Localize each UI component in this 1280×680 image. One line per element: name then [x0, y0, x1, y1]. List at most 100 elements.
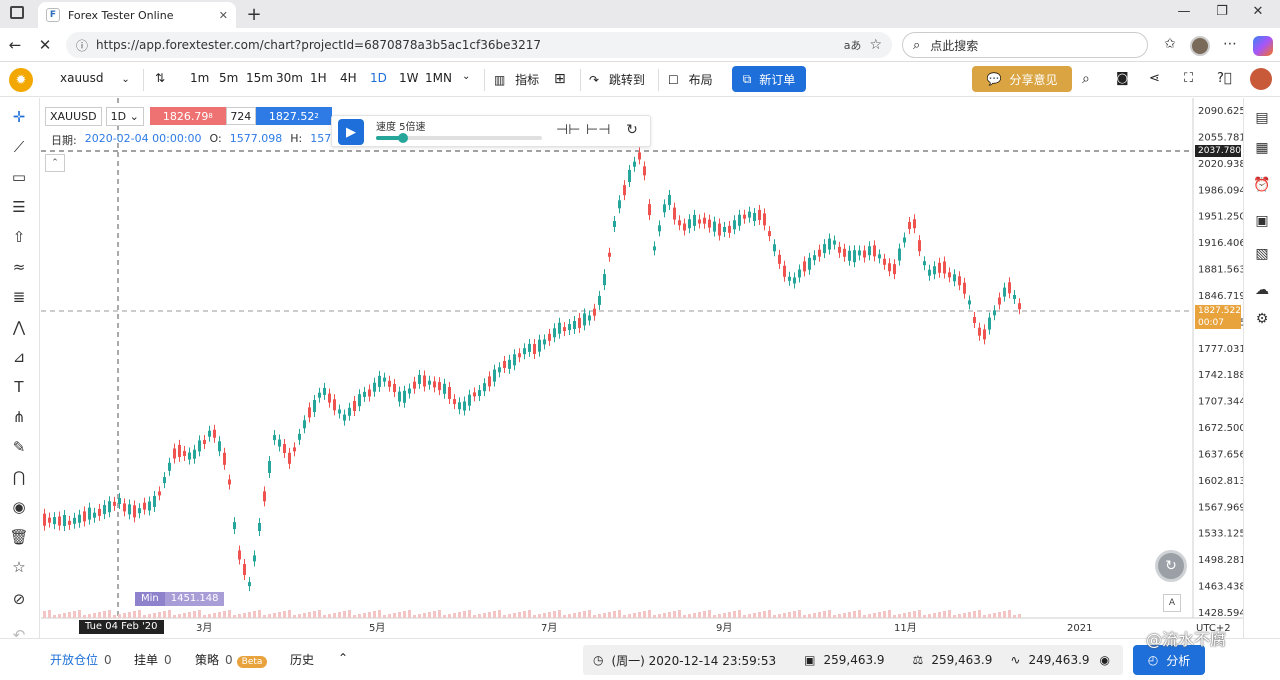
camera-icon[interactable]: ◙ [1116, 71, 1129, 86]
symbol-selector[interactable]: xauusd ⌄ [60, 71, 130, 85]
text-icon[interactable]: T [8, 376, 30, 398]
pitchfork-icon[interactable]: ⋔ [8, 406, 30, 428]
timeframe-1d[interactable]: 1D [370, 71, 387, 85]
stop-loading-icon[interactable]: ✕ [36, 36, 54, 54]
volume-bar [143, 615, 146, 618]
forextester-favicon-icon: F [46, 8, 60, 22]
tab-open-positions[interactable]: 开放仓位 0 [50, 651, 112, 668]
new-tab-icon[interactable]: + [244, 4, 264, 25]
play-button[interactable]: ▶ [338, 119, 364, 145]
star-icon[interactable]: ☆ [8, 556, 30, 578]
volume-bar [598, 614, 601, 618]
fibonacci-icon[interactable]: ☰ [8, 196, 30, 218]
timeframe-15m[interactable]: 15m [246, 71, 273, 85]
volume-bar [193, 611, 196, 618]
indicators-button[interactable]: ▥ 指标 [494, 71, 539, 88]
candle-body [488, 376, 491, 387]
tab-actions-icon[interactable] [10, 6, 24, 19]
timeframe-1m[interactable]: 1m [190, 71, 209, 85]
tab-pending-orders[interactable]: 挂单 0 [134, 651, 172, 668]
tab-history[interactable]: 历史 [290, 651, 314, 668]
volume-bar [828, 610, 831, 618]
magnet-icon[interactable]: ⋂ [8, 466, 30, 488]
arrow-up-icon[interactable]: ⇧ [8, 226, 30, 248]
favorite-star-icon[interactable]: ☆ [869, 37, 882, 53]
timeframe-4h[interactable]: 4H [340, 71, 357, 85]
cloud-icon[interactable]: ☁ [1252, 280, 1272, 300]
back-icon[interactable]: ← [6, 36, 24, 54]
volume-bar [613, 611, 616, 618]
share-icon[interactable]: ⋖ [1149, 71, 1160, 86]
timeframe-30m[interactable]: 30m [276, 71, 303, 85]
replay-icon[interactable]: ↻ [622, 122, 642, 138]
price-chart[interactable]: 2090.625 2055.781 2020.938 1986.094 1951.250… [41, 98, 1243, 638]
site-info-icon[interactable]: ⓘ [76, 37, 88, 54]
copilot-icon[interactable] [1253, 36, 1273, 56]
fullscreen-icon[interactable]: ⛶ [1184, 71, 1193, 86]
search-input[interactable]: ⌕ 点此搜索 [902, 32, 1148, 58]
timeframe-dropdown-icon[interactable]: ⌄ [462, 71, 470, 82]
ruler-icon[interactable]: ⊿ [8, 346, 30, 368]
timeframe-1h[interactable]: 1H [310, 71, 327, 85]
profile-avatar[interactable] [1190, 36, 1210, 56]
volume-bar [673, 611, 676, 618]
brush-icon[interactable]: ✎ [8, 436, 30, 458]
step-forward-icon[interactable]: ⊢⊣ [586, 122, 610, 138]
help-icon[interactable]: ?⃝ [1217, 71, 1232, 86]
search-icon[interactable]: ⌕ [1082, 71, 1090, 87]
tab-strategy[interactable]: 策略 0 Beta [195, 651, 268, 668]
gann-icon[interactable]: ≣ [8, 286, 30, 308]
replay-history-button[interactable]: ↻ [1155, 550, 1187, 582]
new-order-button[interactable]: ⧉ 新订单 [732, 66, 806, 92]
chart-timeframe[interactable]: 1D ⌄ [105, 106, 144, 126]
pattern-icon[interactable]: ≈ [8, 256, 30, 278]
link-icon[interactable]: ⊘ [8, 588, 30, 610]
more-icon[interactable]: ⋯ [1220, 36, 1240, 52]
rectangle-icon[interactable]: ▭ [8, 166, 30, 188]
speed-slider-handle[interactable] [397, 133, 408, 143]
timeframe-1mn[interactable]: 1MN [425, 71, 452, 85]
volume-bar [408, 610, 411, 618]
alarm-icon[interactable]: ⏰ [1252, 175, 1272, 195]
toggle-visibility-icon[interactable]: ◉ [1100, 653, 1110, 667]
trend-line-icon[interactable]: ⟋ [8, 136, 30, 158]
close-window-icon[interactable]: ✕ [1248, 4, 1268, 19]
timeframe-5m[interactable]: 5m [219, 71, 238, 85]
chart-symbol[interactable]: XAUUSD [45, 106, 102, 126]
notes-icon[interactable]: ▤ [1252, 108, 1272, 128]
auto-scale-button[interactable]: A [1163, 594, 1181, 612]
collapse-panel-icon[interactable]: ⌃ [45, 154, 65, 172]
step-back-icon[interactable]: ⊣⊢ [556, 122, 580, 138]
candle-body [908, 221, 911, 229]
crosshair-icon[interactable]: ✛ [8, 106, 30, 128]
news-icon[interactable]: ▧ [1252, 244, 1272, 264]
speed-slider[interactable] [376, 133, 542, 143]
pending-count: 0 [164, 653, 172, 667]
trash-icon[interactable]: 🗑 [8, 526, 30, 548]
close-tab-icon[interactable]: ✕ [219, 9, 228, 22]
user-avatar[interactable] [1250, 68, 1272, 90]
timeframe-1w[interactable]: 1W [399, 71, 419, 85]
eye-icon[interactable]: ◉ [8, 496, 30, 518]
url-field[interactable]: ⓘ https://app.forextester.com/chart?proj… [66, 32, 892, 58]
compare-icon[interactable]: ⇅ [155, 71, 165, 85]
browser-tab[interactable]: F Forex Tester Online ✕ [38, 2, 236, 28]
calendar-icon[interactable]: ▦ [1252, 138, 1272, 158]
volume-bar [523, 611, 526, 618]
layout-button[interactable]: ☐ 布局 [668, 71, 713, 88]
calculator-icon[interactable]: ▣ [1252, 211, 1272, 231]
jump-to-button[interactable]: ↷ 跳转到 [589, 71, 645, 88]
maximize-icon[interactable]: ❐ [1212, 4, 1232, 19]
feedback-button[interactable]: 💬 分享意见 [972, 66, 1072, 92]
wave-icon[interactable]: ⋀ [8, 316, 30, 338]
grid-layout-icon[interactable]: ⊞ [554, 71, 566, 87]
expand-panel-icon[interactable]: ⌃ [338, 651, 348, 665]
sell-price-button[interactable]: 1826.79 8 [149, 107, 226, 125]
volume-bar [913, 611, 916, 618]
minimize-icon[interactable]: — [1174, 4, 1194, 19]
settings-icon[interactable]: ⚙ [1252, 309, 1272, 329]
candlestick-chart[interactable]: 2090.625 2055.781 2020.938 1986.094 1951.250… [41, 98, 1243, 638]
favorites-icon[interactable]: ✩ [1160, 36, 1180, 52]
buy-price-button[interactable]: 1827.52 2 [255, 107, 332, 125]
read-aloud-icon[interactable]: aあ [844, 37, 862, 53]
